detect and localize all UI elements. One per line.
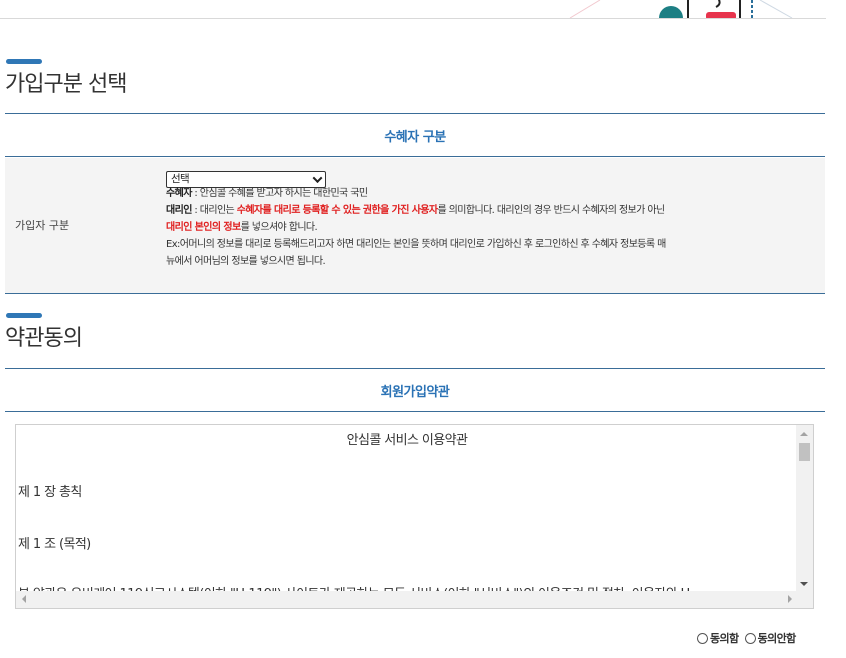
proxy-term: 대리인 xyxy=(166,205,192,216)
proxy-text-b: 를 의미합니다. 대리인의 경우 반드시 수혜자의 정보가 아닌 xyxy=(437,205,666,216)
horizontal-scrollbar[interactable] xyxy=(16,591,798,608)
join-type-label: 가입자 구분 xyxy=(15,219,70,232)
example-line-1: Ex:어머니의 정보를 대리로 등록해드리고자 하면 대리인는 본인을 뜻하며 … xyxy=(166,239,666,250)
join-type-row: 가입자 구분 선택 수혜자 : 안심콜 수혜를 받고자 하시는 대한민국 국민 … xyxy=(5,158,825,294)
section-accent-bar xyxy=(6,313,42,318)
terms-article: 제 1 조 (목적) xyxy=(18,537,91,552)
proxy-text-c: 를 넣으셔야 합니다. xyxy=(240,222,318,233)
top-divider xyxy=(0,18,826,19)
terms-chapter: 제 1 장 총칙 xyxy=(18,485,82,500)
terms-content: 안심콜 서비스 이용약관 제 1 장 총칙 제 1 조 (목적) 본 약관은 유… xyxy=(16,425,798,593)
recipient-text: : 안심콜 수혜를 받고자 하시는 대한민국 국민 xyxy=(191,188,368,199)
proxy-desc: 대리인 : 대리인는 수혜자를 대리로 등록할 수 있는 권한을 가진 사용자를… xyxy=(166,202,816,219)
scrollbar-corner xyxy=(796,591,813,608)
scroll-thumb[interactable] xyxy=(799,443,810,461)
example-line-2: 뉴에서 어머님의 정보를 넣으시면 됩니다. xyxy=(166,256,326,267)
chevron-down-icon xyxy=(312,173,323,184)
scroll-down-icon[interactable] xyxy=(800,582,808,590)
recipient-type-header: 수혜자 구분 xyxy=(5,113,825,157)
section-accent-bar xyxy=(6,59,42,64)
terms-textarea[interactable]: 안심콜 서비스 이용약관 제 1 장 총칙 제 1 조 (목적) 본 약관은 유… xyxy=(15,424,814,609)
disagree-label: 동의안함 xyxy=(757,632,797,645)
section-title-join-type: 가입구분 선택 xyxy=(5,72,127,97)
disagree-option[interactable]: 동의안함 xyxy=(744,630,797,646)
membership-terms-header: 회원가입약관 xyxy=(5,368,825,412)
proxy-emphasis: 수혜자를 대리로 등록할 수 있는 권한을 가진 사용자 xyxy=(236,205,438,216)
agreement-options: 동의함 동의안함 xyxy=(697,630,802,646)
agree-option[interactable]: 동의함 xyxy=(697,630,739,646)
proxy-desc-2: 대리인 본인의 정보를 넣으셔야 합니다. xyxy=(166,219,816,236)
section-title-terms: 약관동의 xyxy=(5,326,83,351)
scroll-right-icon[interactable] xyxy=(788,595,796,603)
join-type-cell: 선택 수혜자 : 안심콜 수혜를 받고자 하시는 대한민국 국민 대리인 : 대… xyxy=(166,171,816,270)
scroll-left-icon[interactable] xyxy=(18,595,26,603)
header-illustration xyxy=(560,0,800,18)
terms-title: 안심콜 서비스 이용약관 xyxy=(346,433,468,448)
vertical-scrollbar[interactable] xyxy=(796,425,813,593)
recipient-desc: 수혜자 : 안심콜 수혜를 받고자 하시는 대한민국 국민 xyxy=(166,185,816,202)
proxy-own-info: 대리인 본인의 정보 xyxy=(166,222,241,233)
proxy-text-a: : 대리인는 xyxy=(191,205,237,216)
scroll-up-icon[interactable] xyxy=(800,428,808,436)
agree-label: 동의함 xyxy=(710,632,739,645)
recipient-term: 수혜자 xyxy=(166,188,192,199)
agree-radio[interactable] xyxy=(697,632,708,644)
disagree-radio[interactable] xyxy=(744,632,756,644)
